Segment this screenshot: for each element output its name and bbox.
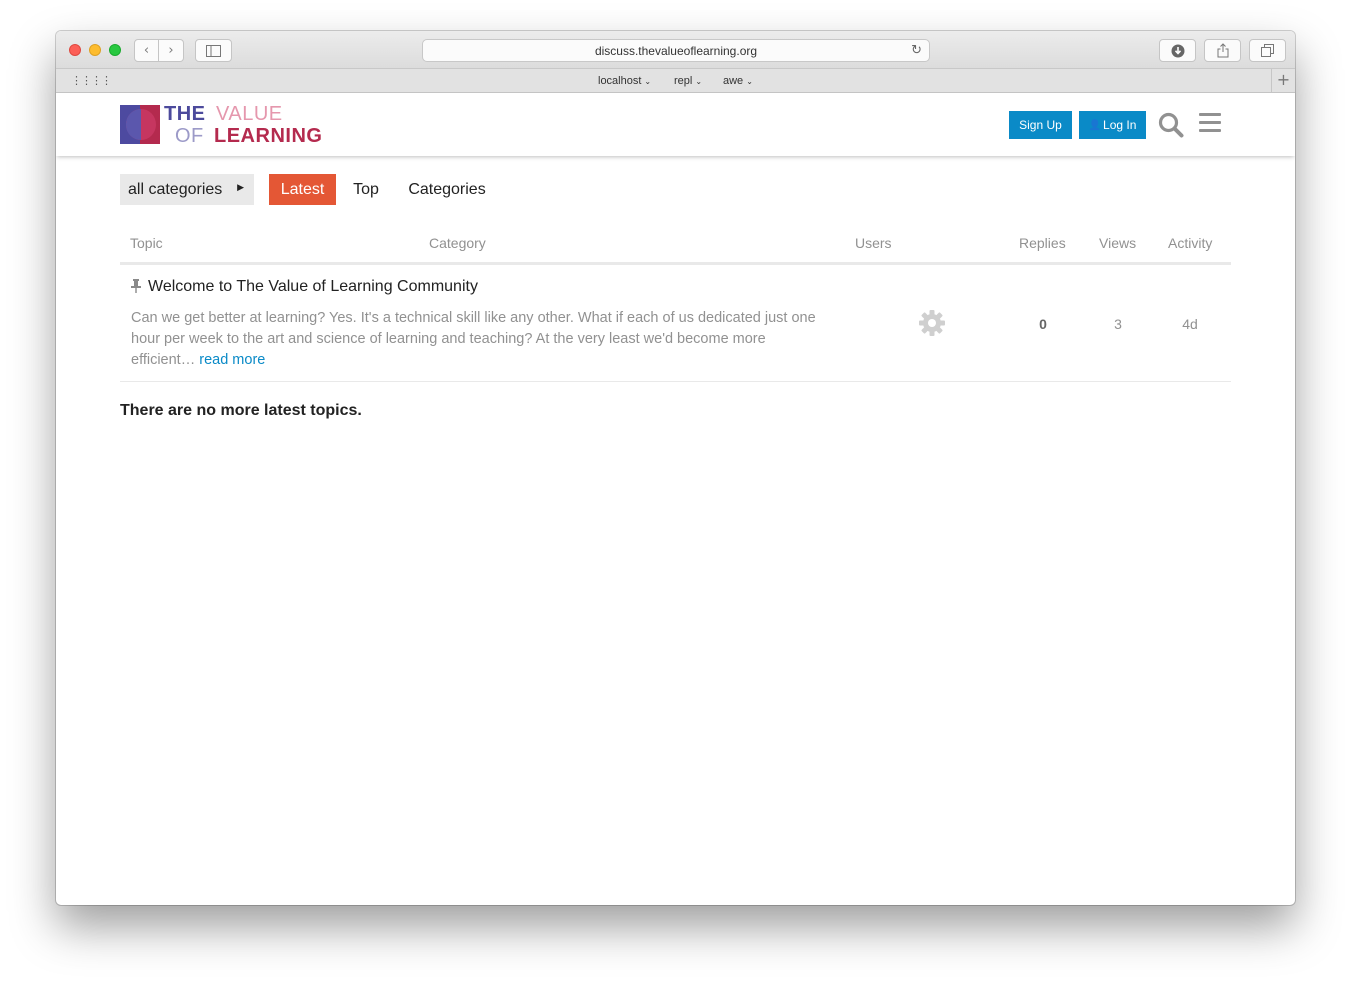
grid-icon[interactable]: ⋮⋮⋮⋮ [71, 74, 112, 87]
show-tabs-button[interactable] [1249, 39, 1286, 62]
sidebar-icon [206, 44, 221, 57]
chevron-down-icon: ⌄ [695, 77, 703, 86]
logo-mark [120, 105, 160, 144]
sidebar-toggle-button[interactable] [195, 39, 232, 62]
url-text: discuss.thevalueoflearning.org [594, 43, 758, 58]
log-in-button[interactable]: 👤 Log In [1079, 111, 1146, 139]
column-header-topic[interactable]: Topic [130, 235, 163, 251]
topic-excerpt: Can we get better at learning? Yes. It's… [131, 310, 816, 368]
plus-icon[interactable]: + [1271, 69, 1295, 92]
column-header-activity[interactable]: Activity [1168, 235, 1212, 251]
reload-icon[interactable]: ↻ [911, 43, 922, 58]
chevron-left-icon: ‹ [143, 43, 150, 58]
browser-toolbar: ‹ › discuss.thevalueoflearning.org ↻ [56, 31, 1295, 69]
download-button[interactable] [1159, 39, 1196, 62]
read-more-link[interactable]: read more [199, 352, 265, 368]
favorite-localhost[interactable]: localhost ⌄ [598, 75, 651, 87]
pin-icon [131, 279, 141, 293]
column-header-category: Category [429, 235, 486, 251]
maximize-window-button[interactable] [109, 44, 121, 56]
forward-button[interactable]: › [159, 39, 184, 62]
close-window-button[interactable] [69, 44, 81, 56]
no-more-topics-message: There are no more latest topics. [120, 402, 362, 419]
activity-time[interactable]: 4d [1170, 316, 1210, 332]
chevron-down-icon: ⌄ [644, 77, 652, 86]
tab-latest[interactable]: Latest [269, 174, 336, 205]
replies-count: 0 [1039, 316, 1047, 332]
column-header-replies[interactable]: Replies [1019, 235, 1066, 251]
site-header: THE VALUE OF LEARNING Sign Up 👤 Log In [56, 93, 1295, 156]
user-icon: 👤 [1088, 119, 1102, 131]
favorite-repl[interactable]: repl ⌄ [674, 75, 702, 87]
back-button[interactable]: ‹ [134, 39, 159, 62]
sign-up-button[interactable]: Sign Up [1009, 111, 1072, 139]
column-header-users: Users [855, 235, 892, 251]
chevron-right-icon: › [168, 43, 174, 58]
column-header-views[interactable]: Views [1099, 235, 1136, 251]
hamburger-menu-icon[interactable] [1199, 113, 1221, 135]
share-icon [1217, 43, 1228, 58]
favorite-awe[interactable]: awe ⌄ [723, 75, 753, 87]
caret-right-icon: ▶ [237, 183, 244, 193]
table-row: Welcome to The Value of Learning Communi… [120, 265, 1231, 382]
site-logo[interactable]: THE VALUE OF LEARNING [120, 103, 330, 147]
tab-categories[interactable]: Categories [399, 174, 495, 205]
chevron-down-icon: ⌄ [746, 77, 753, 86]
browser-window: ‹ › discuss.thevalueoflearning.org ↻ ⋮⋮⋮… [56, 31, 1295, 905]
address-bar[interactable]: discuss.thevalueoflearning.org ↻ [422, 39, 930, 62]
tab-top[interactable]: Top [346, 174, 386, 205]
gear-icon[interactable] [918, 309, 946, 337]
download-icon [1171, 44, 1184, 57]
views-count: 3 [1114, 316, 1122, 332]
minimize-window-button[interactable] [89, 44, 101, 56]
topic-title-link[interactable]: Welcome to The Value of Learning Communi… [148, 278, 478, 296]
category-dropdown[interactable]: all categories ▶ [120, 174, 254, 205]
tabs-icon [1261, 44, 1274, 57]
share-button[interactable] [1204, 39, 1241, 62]
favorites-bar: ⋮⋮⋮⋮ localhost ⌄ repl ⌄ awe ⌄ + [56, 69, 1295, 93]
search-icon[interactable] [1158, 112, 1184, 138]
